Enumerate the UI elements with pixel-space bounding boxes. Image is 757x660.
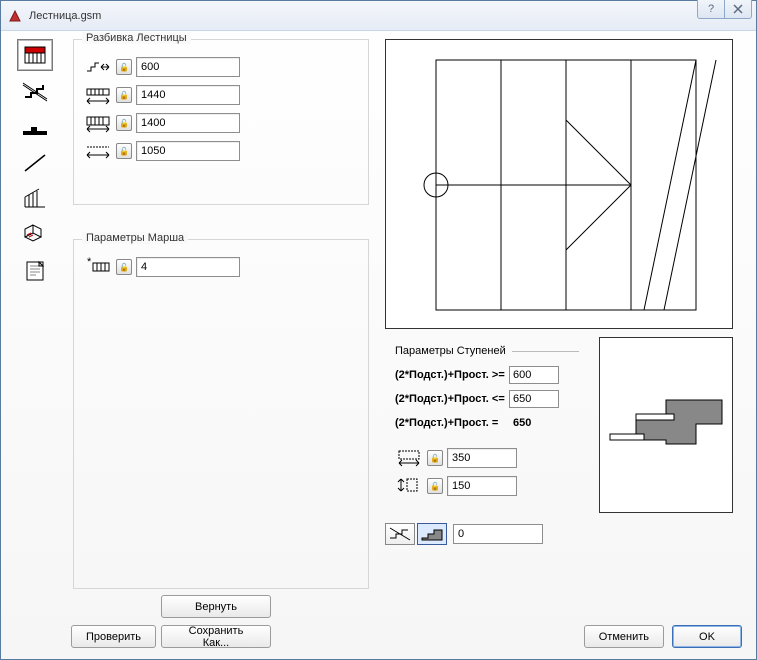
group-breakdown: Разбивка Лестницы 🔓 🔓 🔓 🔓 bbox=[73, 39, 369, 205]
icon-length-1 bbox=[84, 84, 112, 106]
tab-slope[interactable] bbox=[17, 147, 53, 179]
group-march-title: Параметры Марша bbox=[82, 232, 188, 244]
lock-icon[interactable]: 🔓 bbox=[116, 259, 132, 275]
window-title: Лестница.gsm bbox=[29, 10, 101, 22]
check-button[interactable]: Проверить bbox=[71, 625, 156, 648]
tab-3d[interactable] bbox=[17, 219, 53, 251]
group-steps: Параметры Ступеней (2*Подст.)+Прост. >= … bbox=[385, 337, 589, 513]
titlebar: Лестница.gsm ? bbox=[1, 1, 756, 31]
input-length-1[interactable] bbox=[136, 85, 240, 105]
cancel-button[interactable]: Отменить bbox=[584, 625, 664, 648]
input-riser[interactable] bbox=[447, 476, 517, 496]
help-button[interactable]: ? bbox=[697, 0, 725, 19]
input-length-2[interactable] bbox=[136, 113, 240, 133]
offset-toggle-row bbox=[385, 523, 543, 545]
tab-section[interactable] bbox=[17, 75, 53, 107]
rule-le-label: (2*Подст.)+Прост. <= bbox=[395, 393, 505, 405]
svg-text:*: * bbox=[87, 257, 92, 268]
tread-icon bbox=[395, 447, 423, 469]
icon-length-3 bbox=[84, 140, 112, 162]
riser-icon bbox=[395, 475, 423, 497]
toggle-style-b[interactable] bbox=[417, 523, 447, 545]
input-offset[interactable] bbox=[453, 524, 543, 544]
tab-listing[interactable] bbox=[17, 255, 53, 287]
close-button[interactable] bbox=[724, 0, 752, 19]
preview-step bbox=[599, 337, 733, 513]
side-tab-strip bbox=[15, 39, 55, 287]
icon-run-width bbox=[84, 56, 112, 78]
rule-eq-value: 650 bbox=[509, 417, 531, 429]
revert-button[interactable]: Вернуть bbox=[161, 595, 271, 618]
dialog-window: Лестница.gsm ? bbox=[0, 0, 757, 660]
lock-icon[interactable]: 🔓 bbox=[427, 478, 443, 494]
group-march: Параметры Марша * 🔓 bbox=[73, 239, 369, 589]
toggle-style-a[interactable] bbox=[385, 523, 415, 545]
app-icon bbox=[7, 8, 23, 24]
lock-icon[interactable]: 🔓 bbox=[427, 450, 443, 466]
preview-plan bbox=[385, 39, 733, 329]
lock-icon[interactable]: 🔓 bbox=[116, 87, 132, 103]
rule-ge-label: (2*Подст.)+Прост. >= bbox=[395, 369, 505, 381]
input-length-3[interactable] bbox=[136, 141, 240, 161]
separator bbox=[512, 351, 579, 352]
rule-ge-input[interactable] bbox=[509, 366, 559, 384]
rule-le-input[interactable] bbox=[509, 390, 559, 408]
dialog-content: Разбивка Лестницы 🔓 🔓 🔓 🔓 bbox=[1, 31, 756, 659]
icon-length-2 bbox=[84, 112, 112, 134]
tab-profile[interactable] bbox=[17, 111, 53, 143]
rule-eq-label: (2*Подст.)+Прост. = bbox=[395, 417, 505, 429]
tab-breakdown[interactable] bbox=[17, 39, 53, 71]
input-run-width[interactable] bbox=[136, 57, 240, 77]
lock-icon[interactable]: 🔓 bbox=[116, 59, 132, 75]
input-step-count[interactable] bbox=[136, 257, 240, 277]
saveas-button[interactable]: Сохранить Как... bbox=[161, 625, 271, 648]
group-breakdown-title: Разбивка Лестницы bbox=[82, 32, 191, 44]
group-steps-title: Параметры Ступеней bbox=[395, 345, 506, 357]
ok-button[interactable]: OK bbox=[672, 625, 742, 648]
tab-railing[interactable] bbox=[17, 183, 53, 215]
lock-icon[interactable]: 🔓 bbox=[116, 115, 132, 131]
lock-icon[interactable]: 🔓 bbox=[116, 143, 132, 159]
icon-step-count: * bbox=[84, 256, 112, 278]
input-tread[interactable] bbox=[447, 448, 517, 468]
